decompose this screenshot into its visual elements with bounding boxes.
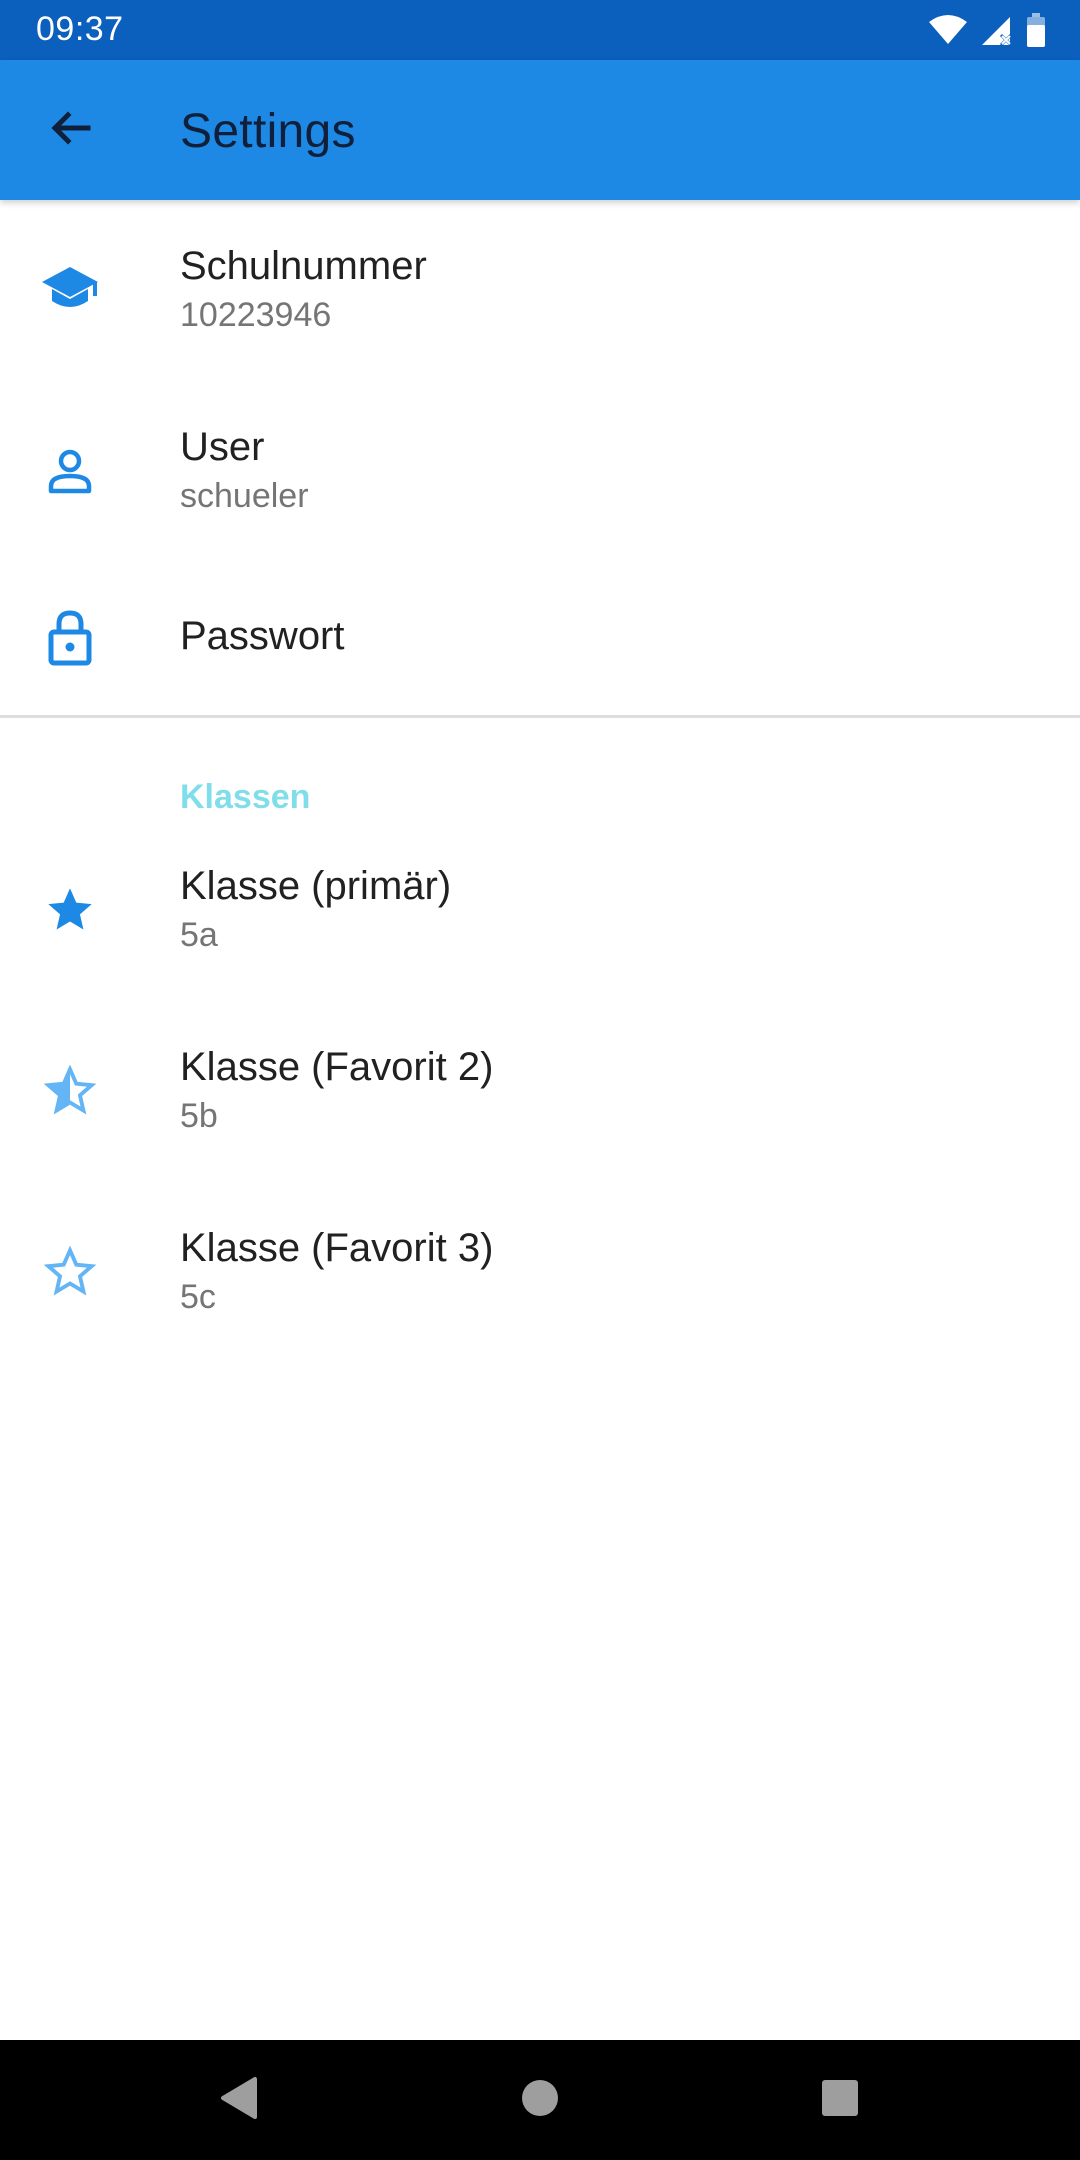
nav-recents-icon xyxy=(820,2078,860,2123)
wifi-icon xyxy=(928,14,968,46)
lock-icon xyxy=(38,606,102,670)
status-bar: 09:37 xyxy=(0,0,1080,60)
settings-list: Schulnummer 10223946 User schueler Passw… xyxy=(0,200,1080,1363)
app-bar: Settings xyxy=(0,60,1080,200)
pref-password[interactable]: Passwort xyxy=(0,562,1080,715)
pref-class-primary[interactable]: Klasse (primär) 5a xyxy=(0,820,1080,1001)
nav-back-icon xyxy=(217,2075,259,2126)
pref-school-number[interactable]: Schulnummer 10223946 xyxy=(0,200,1080,381)
nav-back-button[interactable] xyxy=(208,2070,268,2130)
status-time: 09:37 xyxy=(36,10,124,48)
settings-screen: 09:37 Settings Schulnummer 10223946 User… xyxy=(0,0,1080,2160)
battery-icon xyxy=(1026,13,1046,47)
pref-title: Klasse (primär) xyxy=(180,864,452,908)
pref-summary: schueler xyxy=(180,477,309,515)
pref-summary: 5b xyxy=(180,1097,218,1135)
category-label: Klassen xyxy=(180,778,311,816)
nav-recents-button[interactable] xyxy=(810,2070,870,2130)
navigation-bar xyxy=(0,2040,1080,2160)
signal-no-sim-icon xyxy=(980,13,1014,47)
pref-title: Klasse (Favorit 2) xyxy=(180,1045,494,1089)
pref-title: Schulnummer xyxy=(180,244,427,288)
nav-home-button[interactable] xyxy=(510,2070,570,2130)
pref-summary: 10223946 xyxy=(180,296,332,334)
pref-class-favorite-3[interactable]: Klasse (Favorit 3) 5c xyxy=(0,1182,1080,1363)
star-filled-icon xyxy=(38,878,102,942)
page-title: Settings xyxy=(180,105,356,158)
pref-class-favorite-2[interactable]: Klasse (Favorit 2) 5b xyxy=(0,1001,1080,1182)
back-button[interactable] xyxy=(32,98,108,162)
person-icon xyxy=(38,439,102,503)
arrow-back-icon xyxy=(46,104,94,157)
pref-summary: 5c xyxy=(180,1278,216,1316)
pref-title: Klasse (Favorit 3) xyxy=(180,1226,494,1270)
pref-title: User xyxy=(180,425,265,469)
pref-user[interactable]: User schueler xyxy=(0,381,1080,562)
nav-home-icon xyxy=(520,2078,560,2123)
pref-summary: 5a xyxy=(180,916,218,954)
school-icon xyxy=(38,258,102,322)
star-outline-icon xyxy=(38,1240,102,1304)
status-icons xyxy=(928,12,1046,48)
star-half-icon xyxy=(38,1059,102,1123)
pref-title: Passwort xyxy=(180,614,345,658)
